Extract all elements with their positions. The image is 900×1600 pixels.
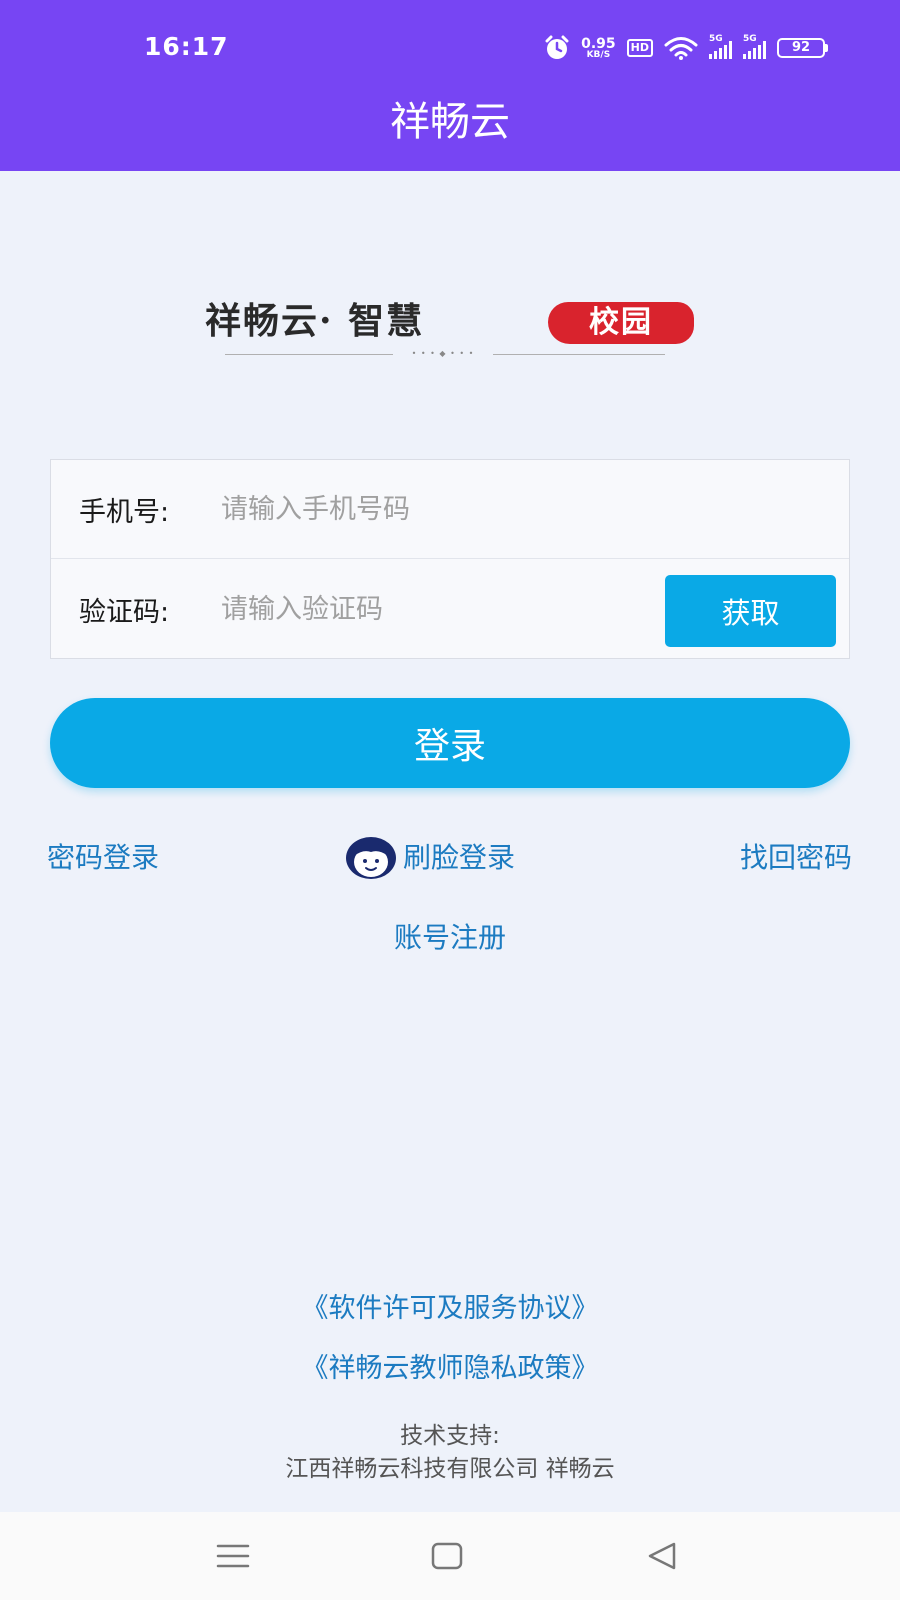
- net-speed: 0.95 KB/S: [581, 37, 616, 60]
- signal-icon: 5G: [709, 34, 732, 59]
- nav-home-button[interactable]: [397, 1512, 497, 1600]
- nav-back-button[interactable]: [612, 1512, 712, 1600]
- phone-row: 手机号:: [51, 460, 849, 559]
- sim1-label: 5G: [709, 34, 723, 44]
- net-speed-unit: KB/S: [586, 49, 611, 60]
- battery-level: 92: [777, 38, 825, 58]
- hd-badge: HD: [626, 39, 653, 57]
- face-login-link[interactable]: 刷脸登录: [345, 836, 515, 880]
- logo-stamp: 校园: [548, 302, 694, 344]
- wifi-icon: [664, 37, 698, 60]
- home-icon: [431, 1542, 463, 1570]
- get-code-button[interactable]: 获取: [665, 575, 836, 647]
- phone-input[interactable]: [221, 493, 641, 525]
- header: 16:17 0.95 KB/S HD 5G 5G 92 祥畅云: [0, 0, 900, 171]
- battery-icon: 92: [777, 38, 828, 58]
- support-label: 技术支持:: [400, 1423, 500, 1449]
- status-bar: 16:17 0.95 KB/S HD 5G 5G 92: [0, 28, 900, 68]
- back-icon: [648, 1542, 676, 1570]
- page-title: 祥畅云: [390, 99, 510, 145]
- alarm-icon: [545, 35, 569, 59]
- nav-menu-button[interactable]: [183, 1512, 283, 1600]
- menu-icon: [216, 1544, 250, 1568]
- signal-icon-2: 5G: [743, 34, 766, 59]
- license-agreement-link[interactable]: 《软件许可及服务协议》: [0, 1289, 900, 1329]
- face-login-label: 刷脸登录: [403, 841, 516, 874]
- login-button[interactable]: 登录: [50, 698, 850, 788]
- find-password-link[interactable]: 找回密码: [740, 838, 852, 878]
- net-speed-value: 0.95: [581, 35, 616, 52]
- system-nav-bar: [0, 1512, 900, 1600]
- sim2-label: 5G: [743, 34, 757, 44]
- support-company: 江西祥畅云科技有限公司 祥畅云: [285, 1456, 615, 1482]
- face-icon: [346, 837, 396, 879]
- logo: 祥畅云· 智慧 校园 • • • ◆ • • •: [205, 298, 697, 364]
- logo-ornament: • • • ◆ • • •: [393, 348, 493, 360]
- status-time: 16:17: [144, 32, 229, 61]
- privacy-policy-link[interactable]: 《祥畅云教师隐私政策》: [0, 1349, 900, 1389]
- code-row: 验证码: 获取: [51, 560, 849, 659]
- code-label: 验证码:: [79, 597, 170, 628]
- code-input[interactable]: [221, 594, 481, 625]
- register-link[interactable]: 账号注册: [0, 918, 900, 958]
- status-icons: 0.95 KB/S HD 5G 5G 92: [544, 34, 828, 62]
- password-login-link[interactable]: 密码登录: [47, 838, 159, 878]
- phone-label: 手机号:: [79, 496, 170, 528]
- logo-text: 祥畅云· 智慧: [205, 300, 425, 342]
- login-form: 手机号: 验证码: 获取: [50, 459, 850, 659]
